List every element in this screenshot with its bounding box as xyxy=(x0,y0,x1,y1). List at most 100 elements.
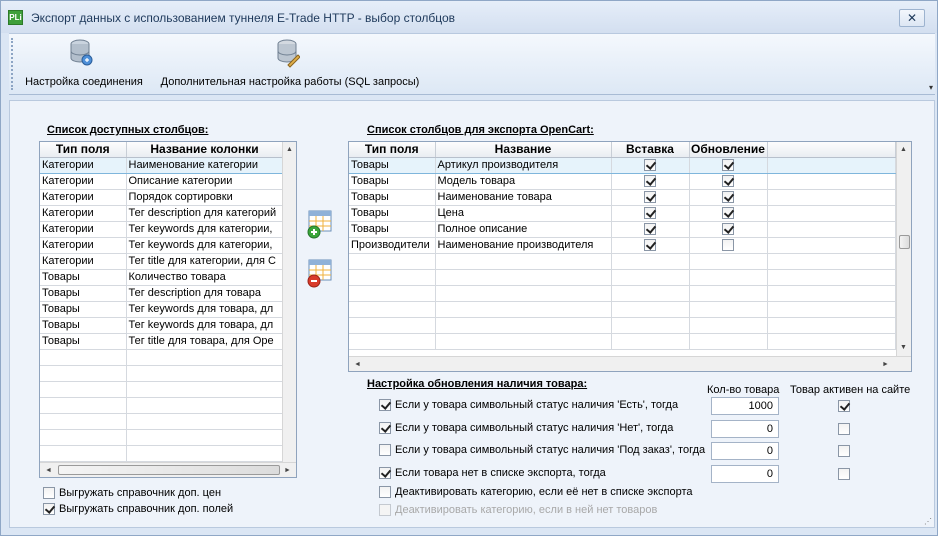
update-checkbox[interactable] xyxy=(722,223,734,236)
scroll-right-icon[interactable]: ► xyxy=(879,358,892,371)
insert-checkbox[interactable] xyxy=(644,207,656,220)
export-col-type-header[interactable]: Тип поля xyxy=(349,142,436,158)
table-row[interactable]: Товары Артикул производителя xyxy=(349,156,896,174)
table-row[interactable]: Категории Тег keywords для категории, xyxy=(40,237,284,254)
export-horizontal-scrollbar[interactable]: ◄ ► xyxy=(349,356,911,371)
connection-settings-button[interactable]: Настройка соединения xyxy=(19,36,149,92)
resize-grip-icon[interactable]: ⋰ xyxy=(924,517,932,526)
export-vertical-scrollbar[interactable]: ▲ ▼ xyxy=(896,142,911,356)
export-columns-grid[interactable]: Тип поля Название Вставка Обновление Тов… xyxy=(348,141,912,372)
insert-checkbox[interactable] xyxy=(644,239,656,252)
table-row[interactable]: Категории Порядок сортировки xyxy=(40,189,284,206)
update-checkbox[interactable] xyxy=(722,239,734,252)
deactivate-missing-category-checkbox[interactable] xyxy=(379,486,391,498)
cell-filler xyxy=(767,173,896,190)
stock-rule-option[interactable]: Если у товара символьный статус наличия … xyxy=(379,422,673,434)
export-col-name-header[interactable]: Название xyxy=(435,142,612,158)
table-row[interactable]: Товары Полное описание xyxy=(349,221,896,238)
export-columns-title: Список столбцов для экспорта OpenCart: xyxy=(367,124,594,136)
table-row[interactable]: Категории Тег title для категории, для С xyxy=(40,253,284,270)
stock-rule-checkbox[interactable] xyxy=(379,422,391,434)
stock-rule-label: Если у товара символьный статус наличия … xyxy=(395,399,679,411)
empty-table-row xyxy=(40,445,284,462)
scroll-left-icon[interactable]: ◄ xyxy=(351,358,364,371)
qty-input[interactable]: 1000 xyxy=(711,397,779,415)
export-price-directory-checkbox[interactable] xyxy=(43,487,55,499)
deactivate-empty-category-option: Деактивировать категорию, если в ней нет… xyxy=(379,504,657,516)
available-columns-grid[interactable]: Тип поля Название колонки Категории Наиме… xyxy=(39,141,297,478)
cell-column-name: Артикул производителя xyxy=(435,156,612,174)
deactivate-missing-category-option[interactable]: Деактивировать категорию, если её нет в … xyxy=(379,486,693,498)
available-col-name-header[interactable]: Название колонки xyxy=(126,142,284,158)
stock-rule-checkbox[interactable] xyxy=(379,399,391,411)
export-columns-window: PLi Экспорт данных с использованием тунн… xyxy=(0,0,938,536)
scroll-down-icon[interactable]: ▼ xyxy=(897,341,910,354)
table-row[interactable]: Категории Наименование категории xyxy=(40,156,284,174)
table-row[interactable]: Товары Тег keywords для товара, дл xyxy=(40,301,284,318)
database-edit-icon xyxy=(277,39,300,68)
insert-checkbox[interactable] xyxy=(644,159,656,172)
table-row[interactable]: Товары Количество товара xyxy=(40,269,284,286)
scroll-up-icon[interactable]: ▲ xyxy=(897,143,910,156)
update-checkbox[interactable] xyxy=(722,207,734,220)
export-col-insert-header[interactable]: Вставка xyxy=(611,142,690,158)
window-title: Экспорт данных с использованием туннеля … xyxy=(31,11,456,25)
export-vertical-thumb[interactable] xyxy=(899,235,910,249)
remove-column-button[interactable] xyxy=(306,258,334,288)
update-checkbox[interactable] xyxy=(722,191,734,204)
scroll-up-icon[interactable]: ▲ xyxy=(283,143,296,156)
cell-insert xyxy=(611,205,690,222)
insert-checkbox[interactable] xyxy=(644,223,656,236)
table-row[interactable]: Товары Цена xyxy=(349,205,896,222)
table-row[interactable]: Товары Наименование товара xyxy=(349,189,896,206)
update-checkbox[interactable] xyxy=(722,175,734,188)
insert-checkbox[interactable] xyxy=(644,175,656,188)
stock-rule-option[interactable]: Если товара нет в списке экспорта, тогда xyxy=(379,467,606,479)
update-checkbox[interactable] xyxy=(722,159,734,172)
table-row[interactable]: Товары Тег description для товара xyxy=(40,285,284,302)
empty-table-row xyxy=(40,413,284,430)
stock-rule-checkbox[interactable] xyxy=(379,444,391,456)
stock-rule-option[interactable]: Если у товара символьный статус наличия … xyxy=(379,399,678,411)
close-button[interactable]: ✕ xyxy=(899,9,925,27)
toolbar: Настройка соединения Дополнительная наст… xyxy=(9,33,935,95)
cell-field-type: Товары xyxy=(40,285,127,302)
qty-input[interactable]: 0 xyxy=(711,442,779,460)
stock-rule-label: Если у товара символьный статус наличия … xyxy=(395,444,706,456)
stock-rule-checkbox[interactable] xyxy=(379,467,391,479)
available-horizontal-thumb[interactable] xyxy=(58,465,280,475)
table-row[interactable]: Категории Тег keywords для категории, xyxy=(40,221,284,238)
product-active-checkbox[interactable] xyxy=(838,468,850,480)
table-row[interactable]: Товары Тег keywords для товара, дл xyxy=(40,317,284,334)
export-price-directory-option[interactable]: Выгружать справочник доп. цен xyxy=(43,487,221,499)
toolbar-grip[interactable] xyxy=(11,38,14,90)
table-row[interactable]: Производители Наименование производителя xyxy=(349,237,896,254)
stock-rule-option[interactable]: Если у товара символьный статус наличия … xyxy=(379,444,705,456)
insert-checkbox[interactable] xyxy=(644,191,656,204)
cell-filler xyxy=(767,221,896,238)
table-row[interactable]: Категории Описание категории xyxy=(40,173,284,190)
cell-field-type: Товары xyxy=(349,221,436,238)
sql-settings-button[interactable]: Дополнительная настройка работы (SQL зап… xyxy=(154,36,426,92)
scroll-right-icon[interactable]: ► xyxy=(281,464,294,477)
qty-input[interactable]: 0 xyxy=(711,465,779,483)
table-row[interactable]: Товары Модель товара xyxy=(349,173,896,190)
export-fields-directory-checkbox[interactable] xyxy=(43,503,55,515)
product-active-checkbox[interactable] xyxy=(838,400,850,412)
available-vertical-scrollbar[interactable]: ▲ xyxy=(282,142,296,462)
toolbar-overflow-icon[interactable]: ▾ xyxy=(929,83,933,92)
cell-update xyxy=(689,173,768,190)
table-row[interactable]: Категории Тег description для категорий xyxy=(40,205,284,222)
qty-input[interactable]: 0 xyxy=(711,420,779,438)
export-fields-directory-option[interactable]: Выгружать справочник доп. полей xyxy=(43,503,233,515)
cell-field-type: Производители xyxy=(349,237,436,254)
available-horizontal-scrollbar[interactable]: ◄ ► xyxy=(40,462,296,477)
scroll-left-icon[interactable]: ◄ xyxy=(42,464,55,477)
add-column-button[interactable] xyxy=(306,209,334,239)
export-col-update-header[interactable]: Обновление xyxy=(689,142,768,158)
product-active-checkbox[interactable] xyxy=(838,423,850,435)
product-active-checkbox[interactable] xyxy=(838,445,850,457)
cell-filler xyxy=(767,156,896,174)
table-row[interactable]: Товары Тег title для товара, для Ope xyxy=(40,333,284,350)
available-col-type-header[interactable]: Тип поля xyxy=(40,142,127,158)
